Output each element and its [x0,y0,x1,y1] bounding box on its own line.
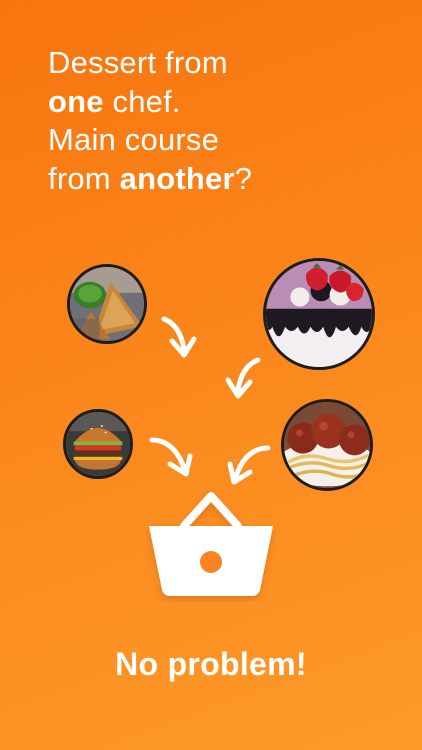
burger-photo [63,409,133,479]
curved-arrow-icon [222,440,274,492]
headline-text: chef. [103,83,181,119]
headline-text: from [48,160,120,196]
curved-arrow-icon [212,352,264,404]
headline-emphasis-one: one [48,83,104,119]
spaghetti-meatballs-photo [281,399,373,491]
shopping-basket-icon [146,490,276,602]
samosa-photo [67,264,147,344]
headline-line-4: from another? [48,160,408,199]
curved-arrow-icon [158,311,210,363]
tagline: No problem! [115,646,307,682]
curved-arrow-icon [146,432,198,484]
headline-emphasis-another: another [119,160,235,196]
headline-text: ? [234,160,253,196]
cake-photo [263,258,375,370]
headline-line-2: one chef. [48,83,408,122]
headline-line-3: Main course [48,122,220,157]
headline-line-1: Dessert from [48,45,228,80]
headline: Dessert from one chef. Main course from … [48,44,408,198]
